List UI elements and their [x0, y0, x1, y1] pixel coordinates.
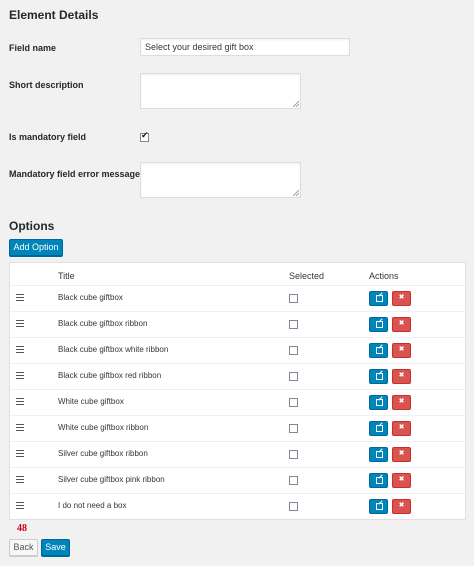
option-selected-checkbox[interactable]	[289, 450, 298, 459]
option-title: White cube giftbox	[58, 397, 124, 406]
edit-button[interactable]	[369, 473, 388, 488]
error-message-label: Mandatory field error message	[9, 169, 141, 179]
delete-button[interactable]	[392, 317, 411, 332]
resize-grip-icon[interactable]	[293, 101, 299, 107]
options-heading: Options	[9, 219, 55, 233]
field-name-label: Field name	[9, 43, 57, 53]
edit-button[interactable]	[369, 369, 388, 384]
table-row: White cube giftbox ribbon	[10, 415, 465, 441]
drag-handle-icon[interactable]	[16, 424, 24, 431]
option-title: Black cube giftbox ribbon	[58, 319, 148, 328]
table-row: Black cube giftbox red ribbon	[10, 363, 465, 389]
option-selected-checkbox[interactable]	[289, 398, 298, 407]
mandatory-field-checkbox[interactable]	[140, 131, 149, 142]
back-button[interactable]: Back	[9, 539, 38, 556]
delete-button[interactable]	[392, 421, 411, 436]
edit-button[interactable]	[369, 499, 388, 514]
short-description-textarea[interactable]	[140, 73, 301, 109]
drag-handle-icon[interactable]	[16, 502, 24, 509]
delete-button[interactable]	[392, 369, 411, 384]
error-message-textarea[interactable]	[140, 162, 301, 198]
resize-grip-icon[interactable]	[293, 190, 299, 196]
drag-handle-icon[interactable]	[16, 372, 24, 379]
page-number: 48	[17, 523, 27, 534]
short-description-label: Short description	[9, 80, 84, 90]
drag-handle-icon[interactable]	[16, 450, 24, 457]
column-header-actions: Actions	[369, 271, 399, 281]
table-row: Black cube giftbox white ribbon	[10, 337, 465, 363]
option-title: Black cube giftbox red ribbon	[58, 371, 162, 380]
option-selected-checkbox[interactable]	[289, 502, 298, 511]
column-header-selected: Selected	[289, 271, 325, 281]
save-button[interactable]: Save	[41, 539, 70, 556]
edit-button[interactable]	[369, 343, 388, 358]
delete-button[interactable]	[392, 291, 411, 306]
table-row: Silver cube giftbox pink ribbon	[10, 467, 465, 493]
column-header-title: Title	[58, 271, 75, 281]
option-selected-checkbox[interactable]	[289, 320, 298, 329]
drag-handle-icon[interactable]	[16, 346, 24, 353]
drag-handle-icon[interactable]	[16, 320, 24, 327]
edit-button[interactable]	[369, 291, 388, 306]
option-title: Silver cube giftbox ribbon	[58, 449, 148, 458]
options-table: Title Selected Actions Black cube giftbo…	[9, 262, 466, 520]
option-selected-checkbox[interactable]	[289, 372, 298, 381]
delete-button[interactable]	[392, 447, 411, 462]
edit-button[interactable]	[369, 421, 388, 436]
element-details-heading: Element Details	[9, 8, 99, 22]
table-row: White cube giftbox	[10, 389, 465, 415]
field-name-input[interactable]	[140, 38, 350, 56]
add-option-button[interactable]: Add Option	[9, 239, 63, 256]
delete-button[interactable]	[392, 473, 411, 488]
option-title: I do not need a box	[58, 501, 127, 510]
drag-handle-icon[interactable]	[16, 294, 24, 301]
table-row: Silver cube giftbox ribbon	[10, 441, 465, 467]
option-title: Silver cube giftbox pink ribbon	[58, 475, 165, 484]
drag-handle-icon[interactable]	[16, 476, 24, 483]
mandatory-field-label: Is mandatory field	[9, 132, 87, 142]
table-row: I do not need a box	[10, 493, 465, 519]
table-row: Black cube giftbox ribbon	[10, 311, 465, 337]
delete-button[interactable]	[392, 499, 411, 514]
edit-button[interactable]	[369, 317, 388, 332]
edit-button[interactable]	[369, 447, 388, 462]
drag-handle-icon[interactable]	[16, 398, 24, 405]
option-selected-checkbox[interactable]	[289, 346, 298, 355]
option-selected-checkbox[interactable]	[289, 294, 298, 303]
table-row: Black cube giftbox	[10, 285, 465, 311]
delete-button[interactable]	[392, 395, 411, 410]
edit-button[interactable]	[369, 395, 388, 410]
delete-button[interactable]	[392, 343, 411, 358]
option-title: Black cube giftbox	[58, 293, 123, 302]
option-selected-checkbox[interactable]	[289, 476, 298, 485]
option-selected-checkbox[interactable]	[289, 424, 298, 433]
option-title: Black cube giftbox white ribbon	[58, 345, 169, 354]
option-title: White cube giftbox ribbon	[58, 423, 149, 432]
